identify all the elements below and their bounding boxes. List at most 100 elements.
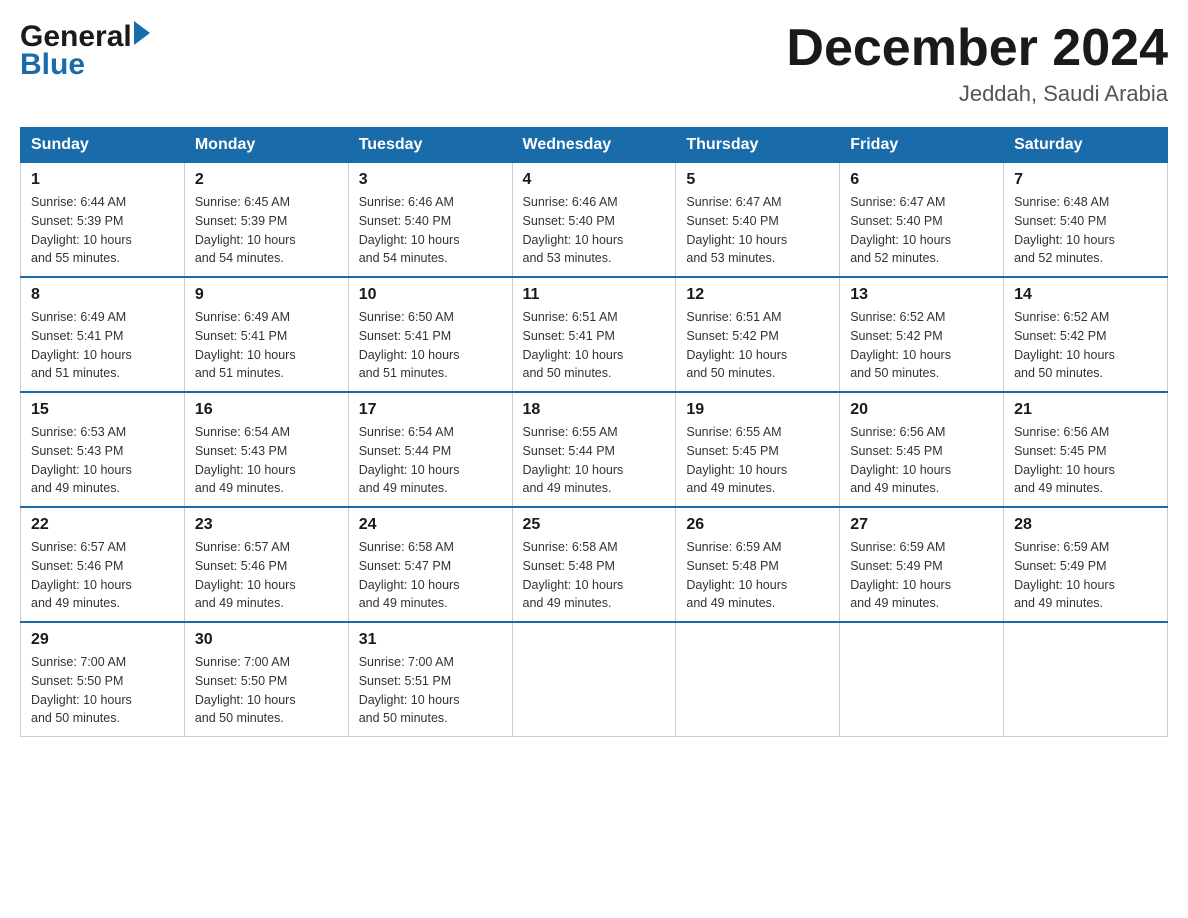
month-title: December 2024 xyxy=(786,20,1168,77)
calendar-table: SundayMondayTuesdayWednesdayThursdayFrid… xyxy=(20,127,1168,737)
calendar-cell: 28 Sunrise: 6:59 AMSunset: 5:49 PMDayligh… xyxy=(1004,507,1168,622)
day-number: 23 xyxy=(195,516,338,534)
day-number: 16 xyxy=(195,401,338,419)
day-info: Sunrise: 6:59 AMSunset: 5:49 PMDaylight:… xyxy=(1014,538,1157,613)
day-info: Sunrise: 6:59 AMSunset: 5:48 PMDaylight:… xyxy=(686,538,829,613)
day-number: 9 xyxy=(195,286,338,304)
day-number: 17 xyxy=(359,401,502,419)
day-info: Sunrise: 6:58 AMSunset: 5:48 PMDaylight:… xyxy=(523,538,666,613)
calendar-cell: 8 Sunrise: 6:49 AMSunset: 5:41 PMDaylight… xyxy=(21,277,185,392)
day-info: Sunrise: 6:48 AMSunset: 5:40 PMDaylight:… xyxy=(1014,193,1157,268)
day-info: Sunrise: 6:51 AMSunset: 5:41 PMDaylight:… xyxy=(523,308,666,383)
calendar-cell: 2 Sunrise: 6:45 AMSunset: 5:39 PMDaylight… xyxy=(184,163,348,278)
calendar-cell: 21 Sunrise: 6:56 AMSunset: 5:45 PMDayligh… xyxy=(1004,392,1168,507)
day-info: Sunrise: 6:49 AMSunset: 5:41 PMDaylight:… xyxy=(31,308,174,383)
calendar-cell: 31 Sunrise: 7:00 AMSunset: 5:51 PMDayligh… xyxy=(348,622,512,737)
day-number: 3 xyxy=(359,171,502,189)
calendar-cell: 7Sunrise: 6:48 AMSunset: 5:40 PMDaylight… xyxy=(1004,163,1168,278)
calendar-cell xyxy=(1004,622,1168,737)
day-info: Sunrise: 6:56 AMSunset: 5:45 PMDaylight:… xyxy=(1014,423,1157,498)
day-info: Sunrise: 7:00 AMSunset: 5:50 PMDaylight:… xyxy=(31,653,174,728)
day-info: Sunrise: 6:55 AMSunset: 5:44 PMDaylight:… xyxy=(523,423,666,498)
calendar-cell: 12Sunrise: 6:51 AMSunset: 5:42 PMDayligh… xyxy=(676,277,840,392)
calendar-header-tuesday: Tuesday xyxy=(348,128,512,163)
day-info: Sunrise: 6:59 AMSunset: 5:49 PMDaylight:… xyxy=(850,538,993,613)
calendar-cell: 9 Sunrise: 6:49 AMSunset: 5:41 PMDaylight… xyxy=(184,277,348,392)
day-number: 8 xyxy=(31,286,174,304)
calendar-week-row: 1 Sunrise: 6:44 AMSunset: 5:39 PMDaylight… xyxy=(21,163,1168,278)
day-number: 29 xyxy=(31,631,174,649)
title-section: December 2024 Jeddah, Saudi Arabia xyxy=(786,20,1168,107)
day-number: 4 xyxy=(523,171,666,189)
day-info: Sunrise: 7:00 AMSunset: 5:51 PMDaylight:… xyxy=(359,653,502,728)
calendar-cell xyxy=(676,622,840,737)
day-info: Sunrise: 6:57 AMSunset: 5:46 PMDaylight:… xyxy=(195,538,338,613)
calendar-cell: 17 Sunrise: 6:54 AMSunset: 5:44 PMDayligh… xyxy=(348,392,512,507)
day-info: Sunrise: 6:57 AMSunset: 5:46 PMDaylight:… xyxy=(31,538,174,613)
calendar-cell: 1 Sunrise: 6:44 AMSunset: 5:39 PMDaylight… xyxy=(21,163,185,278)
day-info: Sunrise: 6:44 AMSunset: 5:39 PMDaylight:… xyxy=(31,193,174,268)
day-number: 18 xyxy=(523,401,666,419)
day-number: 2 xyxy=(195,171,338,189)
calendar-week-row: 15Sunrise: 6:53 AMSunset: 5:43 PMDayligh… xyxy=(21,392,1168,507)
calendar-header-row: SundayMondayTuesdayWednesdayThursdayFrid… xyxy=(21,128,1168,163)
day-number: 1 xyxy=(31,171,174,189)
day-info: Sunrise: 6:53 AMSunset: 5:43 PMDaylight:… xyxy=(31,423,174,498)
calendar-cell: 5Sunrise: 6:47 AMSunset: 5:40 PMDaylight… xyxy=(676,163,840,278)
location-text: Jeddah, Saudi Arabia xyxy=(786,81,1168,107)
day-info: Sunrise: 6:54 AMSunset: 5:44 PMDaylight:… xyxy=(359,423,502,498)
day-number: 20 xyxy=(850,401,993,419)
day-info: Sunrise: 6:55 AMSunset: 5:45 PMDaylight:… xyxy=(686,423,829,498)
day-info: Sunrise: 6:46 AMSunset: 5:40 PMDaylight:… xyxy=(359,193,502,268)
calendar-header-monday: Monday xyxy=(184,128,348,163)
day-number: 31 xyxy=(359,631,502,649)
day-number: 11 xyxy=(523,286,666,304)
day-number: 28 xyxy=(1014,516,1157,534)
day-number: 25 xyxy=(523,516,666,534)
calendar-week-row: 22Sunrise: 6:57 AMSunset: 5:46 PMDayligh… xyxy=(21,507,1168,622)
day-info: Sunrise: 6:49 AMSunset: 5:41 PMDaylight:… xyxy=(195,308,338,383)
day-number: 30 xyxy=(195,631,338,649)
calendar-cell: 29 Sunrise: 7:00 AMSunset: 5:50 PMDayligh… xyxy=(21,622,185,737)
logo-blue-text: Blue xyxy=(20,48,85,82)
calendar-cell: 30 Sunrise: 7:00 AMSunset: 5:50 PMDayligh… xyxy=(184,622,348,737)
calendar-header-saturday: Saturday xyxy=(1004,128,1168,163)
calendar-cell: 18 Sunrise: 6:55 AMSunset: 5:44 PMDayligh… xyxy=(512,392,676,507)
day-number: 26 xyxy=(686,516,829,534)
calendar-cell: 20 Sunrise: 6:56 AMSunset: 5:45 PMDayligh… xyxy=(840,392,1004,507)
day-info: Sunrise: 6:56 AMSunset: 5:45 PMDaylight:… xyxy=(850,423,993,498)
calendar-cell: 24Sunrise: 6:58 AMSunset: 5:47 PMDayligh… xyxy=(348,507,512,622)
calendar-cell: 13 Sunrise: 6:52 AMSunset: 5:42 PMDayligh… xyxy=(840,277,1004,392)
calendar-cell: 27 Sunrise: 6:59 AMSunset: 5:49 PMDayligh… xyxy=(840,507,1004,622)
calendar-header-wednesday: Wednesday xyxy=(512,128,676,163)
day-number: 24 xyxy=(359,516,502,534)
day-number: 14 xyxy=(1014,286,1157,304)
day-info: Sunrise: 6:54 AMSunset: 5:43 PMDaylight:… xyxy=(195,423,338,498)
day-number: 10 xyxy=(359,286,502,304)
day-info: Sunrise: 6:52 AMSunset: 5:42 PMDaylight:… xyxy=(850,308,993,383)
day-number: 6 xyxy=(850,171,993,189)
day-number: 27 xyxy=(850,516,993,534)
day-info: Sunrise: 7:00 AMSunset: 5:50 PMDaylight:… xyxy=(195,653,338,728)
day-info: Sunrise: 6:47 AMSunset: 5:40 PMDaylight:… xyxy=(850,193,993,268)
logo-arrow-icon xyxy=(134,21,150,45)
day-number: 13 xyxy=(850,286,993,304)
calendar-cell: 25 Sunrise: 6:58 AMSunset: 5:48 PMDayligh… xyxy=(512,507,676,622)
calendar-cell xyxy=(512,622,676,737)
page-header: General Blue December 2024 Jeddah, Saudi… xyxy=(20,20,1168,107)
day-info: Sunrise: 6:51 AMSunset: 5:42 PMDaylight:… xyxy=(686,308,829,383)
calendar-cell: 19 Sunrise: 6:55 AMSunset: 5:45 PMDayligh… xyxy=(676,392,840,507)
calendar-cell: 16 Sunrise: 6:54 AMSunset: 5:43 PMDayligh… xyxy=(184,392,348,507)
logo: General Blue xyxy=(20,20,150,82)
calendar-cell: 6 Sunrise: 6:47 AMSunset: 5:40 PMDaylight… xyxy=(840,163,1004,278)
day-number: 19 xyxy=(686,401,829,419)
calendar-header-sunday: Sunday xyxy=(21,128,185,163)
calendar-header-friday: Friday xyxy=(840,128,1004,163)
day-number: 21 xyxy=(1014,401,1157,419)
calendar-cell: 4Sunrise: 6:46 AMSunset: 5:40 PMDaylight… xyxy=(512,163,676,278)
calendar-cell: 3 Sunrise: 6:46 AMSunset: 5:40 PMDaylight… xyxy=(348,163,512,278)
calendar-cell: 23 Sunrise: 6:57 AMSunset: 5:46 PMDayligh… xyxy=(184,507,348,622)
day-info: Sunrise: 6:45 AMSunset: 5:39 PMDaylight:… xyxy=(195,193,338,268)
calendar-header-thursday: Thursday xyxy=(676,128,840,163)
calendar-cell: 14Sunrise: 6:52 AMSunset: 5:42 PMDayligh… xyxy=(1004,277,1168,392)
